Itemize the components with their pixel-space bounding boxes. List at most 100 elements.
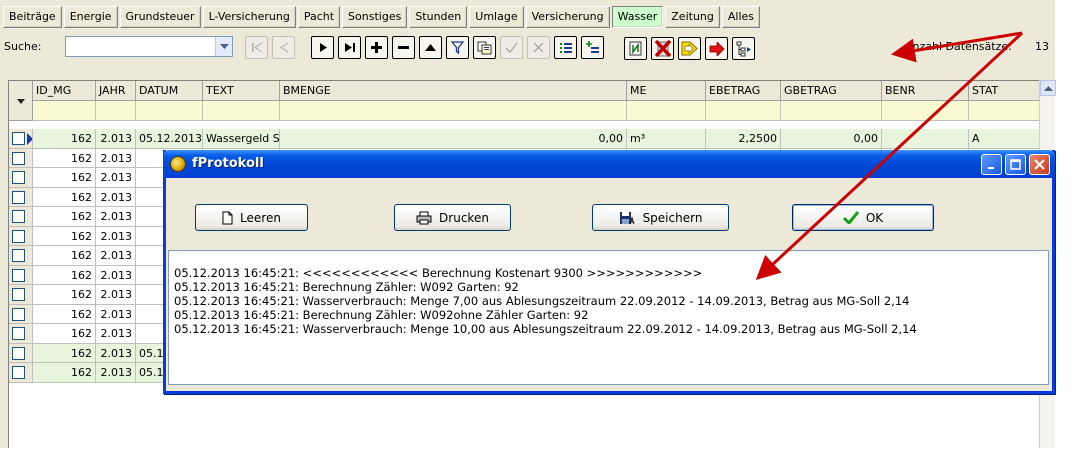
table-cell[interactable]: 2.013 xyxy=(96,363,136,383)
table-cell[interactable] xyxy=(882,129,969,149)
table-cell[interactable]: 162 xyxy=(33,304,96,324)
edit-icon[interactable] xyxy=(419,36,442,59)
tab-wasser[interactable]: Wasser xyxy=(611,6,664,28)
row-checkbox[interactable] xyxy=(12,171,25,184)
table-cell[interactable]: 162 xyxy=(33,187,96,207)
table-cell[interactable]: 2.013 xyxy=(96,343,136,363)
column-header-me[interactable]: ME xyxy=(627,81,706,101)
table-cell[interactable]: 162 xyxy=(33,324,96,344)
filter-cell-benr[interactable] xyxy=(882,101,969,121)
delete-icon[interactable] xyxy=(392,36,415,59)
column-header-jahr[interactable]: JAHR xyxy=(96,81,136,101)
row-checkbox[interactable] xyxy=(12,288,25,301)
column-header-id_mg[interactable]: ID_MG xyxy=(33,81,96,101)
row-checkbox[interactable] xyxy=(12,210,25,223)
row-checkbox[interactable] xyxy=(12,268,25,282)
row-selector[interactable] xyxy=(9,265,33,285)
table-cell[interactable]: 2.013 xyxy=(96,324,136,344)
row-selector[interactable] xyxy=(9,304,33,324)
chevron-down-icon[interactable] xyxy=(17,99,25,104)
column-header-text[interactable]: TEXT xyxy=(203,81,280,101)
table-cell[interactable]: 162 xyxy=(33,207,96,227)
next-record-icon[interactable] xyxy=(311,36,334,59)
row-checkbox[interactable] xyxy=(12,229,25,243)
table-cell[interactable]: 0,00 xyxy=(781,129,882,149)
table-cell[interactable]: 162 xyxy=(33,168,96,188)
filter-cell-bmenge[interactable] xyxy=(280,101,627,121)
row-selector[interactable] xyxy=(9,187,33,207)
row-checkbox[interactable] xyxy=(12,327,25,340)
row-selector[interactable] xyxy=(9,324,33,344)
post-icon[interactable] xyxy=(500,36,523,59)
row-selector[interactable] xyxy=(9,226,33,246)
table-cell[interactable]: 162 xyxy=(33,129,96,149)
row-checkbox[interactable] xyxy=(12,151,25,165)
chevron-down-icon[interactable] xyxy=(215,37,232,56)
tab-grundsteuer[interactable]: Grundsteuer xyxy=(119,6,201,28)
close-icon[interactable] xyxy=(1029,154,1050,175)
tab-beiträge[interactable]: Beiträge xyxy=(3,6,62,28)
grid-corner[interactable] xyxy=(9,81,33,121)
table-cell[interactable]: 2.013 xyxy=(96,265,136,285)
column-header-datum[interactable]: DATUM xyxy=(136,81,203,101)
table-cell[interactable]: 2.013 xyxy=(96,148,136,168)
table-cell[interactable]: 0,00 xyxy=(280,129,627,149)
table-cell[interactable]: 2.013 xyxy=(96,304,136,324)
row-checkbox[interactable] xyxy=(12,307,25,321)
row-checkbox[interactable] xyxy=(12,190,25,204)
row-checkbox[interactable] xyxy=(12,132,25,145)
prior-record-icon[interactable] xyxy=(272,36,295,59)
dialog-title-bar[interactable]: fProtokoll xyxy=(163,150,1055,178)
column-header-ebetrag[interactable]: EBETRAG xyxy=(706,81,781,101)
table-cell[interactable]: 05.12.2013 xyxy=(136,129,203,149)
filter-cell-me[interactable] xyxy=(627,101,706,121)
cancel-icon[interactable] xyxy=(527,36,550,59)
table-cell[interactable]: 2.013 xyxy=(96,226,136,246)
table-cell[interactable]: 2,2500 xyxy=(706,129,781,149)
table-cell[interactable]: 162 xyxy=(33,226,96,246)
filter-cell-datum[interactable] xyxy=(136,101,203,121)
print-button[interactable]: Drucken xyxy=(394,204,511,231)
first-record-icon[interactable] xyxy=(245,36,268,59)
tab-stunden[interactable]: Stunden xyxy=(409,6,468,28)
maximize-icon[interactable] xyxy=(1005,154,1026,175)
tab-zeitung[interactable]: Zeitung xyxy=(665,6,720,28)
row-selector[interactable] xyxy=(9,129,33,149)
table-cell[interactable]: 2.013 xyxy=(96,187,136,207)
insert-icon[interactable] xyxy=(365,36,388,59)
table-cell[interactable]: 2.013 xyxy=(96,168,136,188)
row-checkbox[interactable] xyxy=(12,366,25,379)
tab-energie[interactable]: Energie xyxy=(63,6,118,28)
scroll-up-icon[interactable] xyxy=(1040,80,1056,96)
table-cell[interactable]: A xyxy=(969,129,1043,149)
table-cell[interactable]: 2.013 xyxy=(96,285,136,305)
last-record-icon[interactable] xyxy=(338,36,361,59)
tab-pacht[interactable]: Pacht xyxy=(297,6,341,28)
row-checkbox[interactable] xyxy=(12,346,25,360)
table-cell[interactable]: 162 xyxy=(33,148,96,168)
table-cell[interactable]: 162 xyxy=(33,363,96,383)
row-selector[interactable] xyxy=(9,343,33,363)
row-checkbox[interactable] xyxy=(12,249,25,262)
filter-icon[interactable] xyxy=(446,36,469,59)
column-header-bmenge[interactable]: BMENGE xyxy=(280,81,627,101)
row-selector[interactable] xyxy=(9,168,33,188)
filter-cell-jahr[interactable] xyxy=(96,101,136,121)
row-selector[interactable] xyxy=(9,207,33,227)
filter-cell-ebetrag[interactable] xyxy=(706,101,781,121)
search-input[interactable] xyxy=(65,36,233,57)
list-add-icon[interactable] xyxy=(581,36,604,59)
table-cell[interactable]: 162 xyxy=(33,285,96,305)
table-cell[interactable]: 162 xyxy=(33,246,96,266)
clear-button[interactable]: Leeren xyxy=(195,204,308,231)
table-cell[interactable]: Wassergeld Schwundanteil, parzellenabhän… xyxy=(203,129,280,149)
table-cell[interactable]: 2.013 xyxy=(96,207,136,227)
ok-button[interactable]: OK xyxy=(792,204,934,231)
tab-sonstiges[interactable]: Sonstiges xyxy=(342,6,408,28)
table-cell[interactable]: m³ xyxy=(627,129,706,149)
column-header-benr[interactable]: BENR xyxy=(882,81,969,101)
calculate-icon[interactable] xyxy=(678,37,701,60)
table-cell[interactable]: 162 xyxy=(33,343,96,363)
protocol-log[interactable]: 05.12.2013 16:45:21: <<<<<<<<<<<< Berech… xyxy=(168,250,1049,385)
table-cell[interactable]: 2.013 xyxy=(96,129,136,149)
